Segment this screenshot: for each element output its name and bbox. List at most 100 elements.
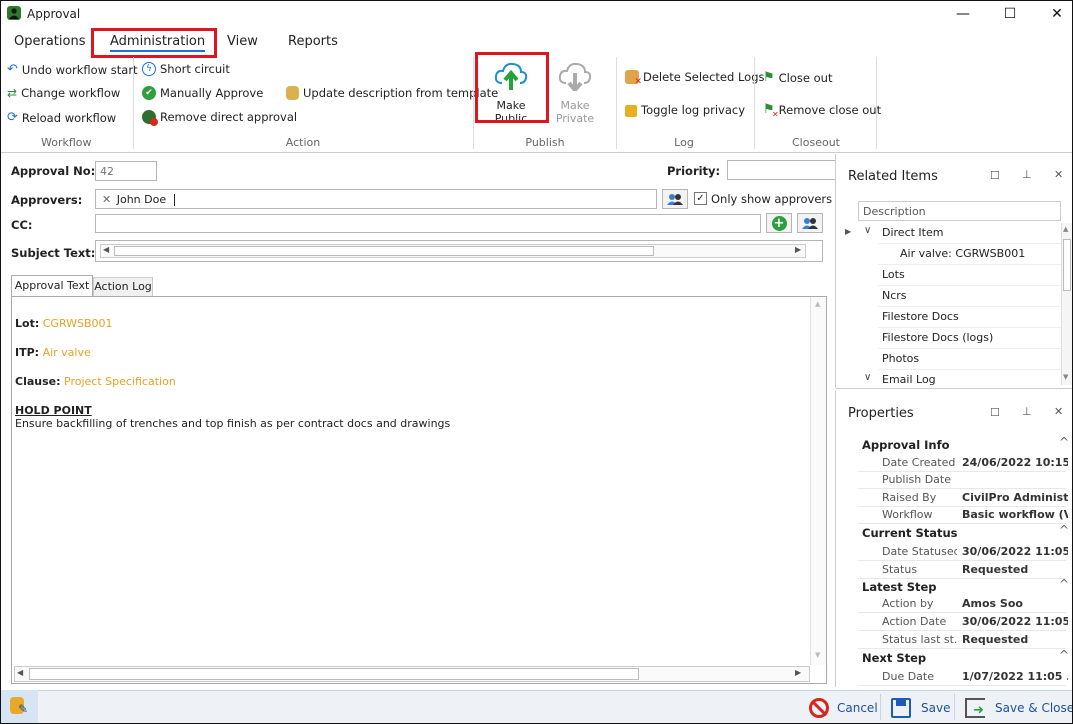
collapse-section-icon[interactable]: ^ (1059, 523, 1069, 537)
close-icon[interactable]: ✕ (1054, 168, 1063, 181)
priority-field[interactable] (727, 160, 835, 180)
pin-icon[interactable]: ⊥ (1022, 168, 1032, 181)
itp-value: Air valve (42, 346, 91, 359)
scroll-left-arrow[interactable]: ◀ (103, 245, 109, 254)
make-public-highlight (475, 52, 549, 123)
update-description-button[interactable]: Update description from template (286, 86, 498, 100)
scroll-thumb[interactable] (1063, 239, 1071, 291)
tab-view[interactable]: View (227, 34, 258, 49)
scroll-right-arrow[interactable]: ▶ (795, 245, 801, 254)
collapse-icon[interactable]: ∨ (864, 372, 871, 383)
scroll-thumb[interactable] (29, 668, 639, 680)
save-button[interactable]: Save (891, 698, 950, 718)
exit-icon: ➜ (965, 698, 985, 718)
only-show-approvers-checkbox[interactable]: ✓ (694, 192, 707, 205)
close-out-button[interactable]: ⚑ Close out (763, 70, 832, 85)
collapse-section-icon[interactable]: ^ (1059, 435, 1069, 449)
property-row: Date Statused30/06/2022 11:05... (858, 543, 1068, 561)
tree-row-direct-item[interactable]: ∨ Direct Item (864, 223, 1061, 244)
remove-user-icon (142, 110, 158, 126)
restore-icon[interactable]: ☐ (990, 406, 1000, 419)
section-approval-info[interactable]: Approval Info (862, 438, 950, 452)
undo-workflow-start-button[interactable]: ↶ Undo workflow start (7, 62, 138, 77)
collapse-section-icon[interactable]: ^ (1059, 577, 1069, 591)
minimize-button[interactable]: — (940, 1, 986, 27)
reload-workflow-button[interactable]: ⟳ Reload workflow (7, 110, 116, 125)
tab-approval-text[interactable]: Approval Text (11, 275, 93, 297)
approval-text-editor[interactable]: Lot: CGRWSB001 ITP: Air valve Clause: Pr… (11, 296, 827, 684)
approval-no-field[interactable]: 42 (95, 161, 157, 181)
collapse-section-icon[interactable]: ^ (1059, 648, 1069, 662)
subject-scrollbar[interactable]: ◀ ▶ (100, 244, 806, 258)
subject-text-field[interactable]: ◀ ▶ (95, 240, 823, 262)
restore-icon[interactable]: ☐ (990, 169, 1000, 182)
remove-token-icon[interactable]: ✕ (102, 193, 111, 206)
scroll-down-arrow[interactable]: ▼ (815, 651, 820, 659)
users-icon (667, 193, 683, 205)
scroll-left-arrow[interactable]: ◀ (17, 668, 23, 677)
add-cc-button[interactable]: + (766, 213, 792, 233)
tree-row-filestore-docs[interactable]: Filestore Docs (878, 307, 1061, 328)
toggle-log-privacy-button[interactable]: Toggle log privacy (625, 102, 745, 117)
scroll-right-arrow[interactable]: ▶ (795, 668, 801, 677)
scroll-up-arrow[interactable]: ▲ (1063, 225, 1068, 233)
select-cc-button[interactable] (797, 213, 823, 233)
approver-token: John Doe (116, 193, 167, 206)
editor-vertical-scrollbar[interactable]: ▲ ▼ (810, 297, 826, 665)
cc-field[interactable] (95, 214, 761, 233)
remove-direct-approval-button[interactable]: Remove direct approval (142, 110, 297, 126)
group-label-log: Log (674, 136, 694, 149)
users-icon (802, 217, 818, 229)
remove-flag-icon: ⚑ ✕ (763, 102, 779, 119)
related-items-scrollbar[interactable]: ▲ ▼ (1061, 223, 1072, 385)
status-bar-icon-button[interactable]: ✎ (1, 690, 38, 723)
tab-operations[interactable]: Operations (14, 34, 85, 49)
title-bar: Approval — ☐ ✕ (1, 1, 1072, 27)
group-label-action: Action (285, 136, 321, 149)
tab-action-log[interactable]: Action Log (93, 277, 153, 296)
check-circle-icon: ✔ (142, 86, 156, 100)
tree-row-email-log[interactable]: ∨ Email Log (864, 370, 1061, 386)
editor-horizontal-scrollbar[interactable]: ◀ ▶ (14, 666, 810, 682)
delete-selected-logs-button[interactable]: ✕ Delete Selected Logs (625, 70, 764, 87)
tab-reports[interactable]: Reports (288, 34, 338, 49)
cloud-download-icon (558, 61, 592, 94)
expand-row-icon[interactable]: ▶ (845, 227, 851, 236)
scroll-up-arrow[interactable]: ▲ (815, 300, 820, 308)
remove-close-out-button[interactable]: ⚑ ✕ Remove close out (763, 102, 881, 119)
tree-row-air-valve[interactable]: Air valve: CGRWSB001 (878, 244, 1061, 265)
select-approvers-button[interactable] (662, 189, 688, 209)
close-icon[interactable]: ✕ (1054, 405, 1063, 418)
tree-row-ncrs[interactable]: Ncrs (878, 286, 1061, 307)
scroll-down-arrow[interactable]: ▼ (1063, 373, 1068, 381)
ribbon-separator (876, 57, 877, 149)
cancel-icon (809, 698, 829, 718)
close-button[interactable]: ✕ (1034, 1, 1072, 27)
cancel-button[interactable]: Cancel (809, 698, 878, 718)
hold-point-heading: HOLD POINT (15, 404, 92, 417)
itp-label: ITP: (15, 346, 40, 359)
app-icon (7, 6, 21, 20)
only-show-approvers-label: Only show approvers (711, 192, 833, 206)
tree-row-filestore-docs-logs[interactable]: Filestore Docs (logs) (878, 328, 1061, 349)
change-workflow-button[interactable]: ⇄ Change workflow (7, 86, 120, 100)
short-circuit-button[interactable]: ϟ Short circuit (142, 62, 230, 76)
collapse-icon[interactable]: ∨ (864, 225, 871, 236)
manually-approve-button[interactable]: ✔ Manually Approve (142, 86, 263, 100)
lot-label: Lot: (15, 317, 40, 330)
section-current-status[interactable]: Current Status (862, 526, 958, 540)
make-private-button[interactable]: Make Private (542, 61, 608, 125)
section-latest-step[interactable]: Latest Step (862, 580, 937, 594)
save-and-close-button[interactable]: ➜ Save & Close (965, 698, 1072, 718)
pin-icon[interactable]: ⊥ (1022, 405, 1032, 418)
scroll-thumb[interactable] (114, 246, 654, 256)
save-icon (891, 698, 911, 718)
maximize-button[interactable]: ☐ (987, 1, 1033, 27)
property-row: Action Date30/06/2022 11:05... (858, 613, 1068, 631)
tree-row-lots[interactable]: Lots (878, 265, 1061, 286)
tree-row-photos[interactable]: Photos (878, 349, 1061, 370)
flag-icon: ⚑ (763, 70, 775, 85)
group-label-publish: Publish (525, 136, 565, 149)
approvers-field[interactable]: ✕ John Doe (95, 189, 657, 209)
section-next-step[interactable]: Next Step (862, 651, 926, 665)
